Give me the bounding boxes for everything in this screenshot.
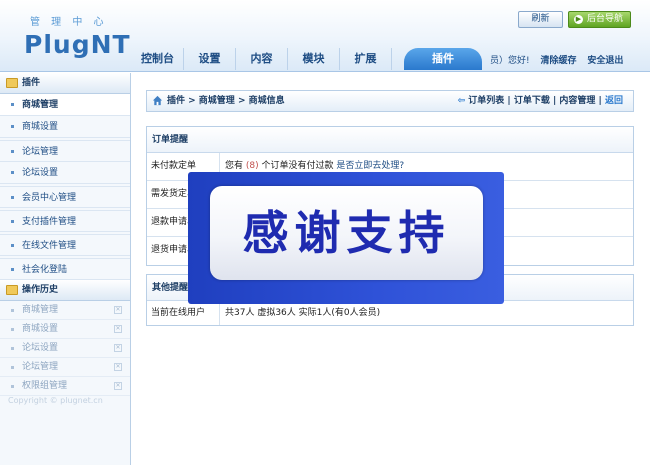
sidebar-item-payment-plugins[interactable]: 支付插件管理: [0, 210, 130, 232]
user-links: 员）您好! 清除缓存 安全退出: [490, 53, 631, 66]
row-label: 当前在线用户: [147, 301, 220, 325]
greeting: 员）您好!: [490, 56, 530, 66]
copyright: Copyright © plugnet.cn: [8, 396, 103, 405]
close-icon[interactable]: ✕: [114, 344, 122, 352]
tab-dashboard[interactable]: 控制台: [132, 48, 184, 70]
bullet-icon: [11, 328, 14, 331]
history-item[interactable]: 商城设置 ✕: [0, 320, 130, 339]
close-icon[interactable]: ✕: [114, 363, 122, 371]
sidebar: 插件 商城管理 商城设置 论坛管理 论坛设置 会员中心管理 支付插件管理 在线文…: [0, 73, 131, 465]
close-icon[interactable]: ✕: [114, 306, 122, 314]
sidebar-item-member-center[interactable]: 会员中心管理: [0, 186, 130, 208]
tab-content[interactable]: 内容: [236, 48, 288, 70]
breadcrumb-bar: 插件 > 商城管理 > 商城信息 ⇦ 订单列表 | 订单下载 | 内容管理 | …: [146, 90, 634, 112]
sidebar-item-forum-settings[interactable]: 论坛设置: [0, 162, 130, 184]
bullet-icon: [11, 309, 14, 312]
folder-icon: [6, 78, 18, 88]
refresh-button[interactable]: 刷新: [518, 11, 563, 28]
tab-extensions[interactable]: 扩展: [340, 48, 392, 70]
logout-link[interactable]: 安全退出: [587, 56, 623, 66]
content-manage-link[interactable]: 内容管理: [559, 96, 595, 106]
order-download-link[interactable]: 订单下载: [514, 96, 550, 106]
sidebar-item-online-files[interactable]: 在线文件管理: [0, 234, 130, 256]
table-row: 当前在线用户 共37人 虚拟36人 实际1人(有0人会员): [147, 301, 633, 325]
close-icon[interactable]: ✕: [114, 325, 122, 333]
arrow-right-icon: ▶: [574, 15, 583, 24]
main-tabs: 控制台 设置 内容 模块 扩展 插件: [132, 48, 482, 70]
bullet-icon: [11, 150, 14, 153]
sidebar-item-shop-manage[interactable]: 商城管理: [0, 94, 130, 116]
bullet-icon: [11, 244, 14, 247]
sidebar-item-social-login[interactable]: 社会化登陆: [0, 258, 130, 280]
clear-cache-link[interactable]: 清除缓存: [540, 56, 576, 66]
online-users-value: 共37人 虚拟36人 实际1人(有0人会员): [225, 308, 381, 318]
history-item[interactable]: 商城管理 ✕: [0, 301, 130, 320]
process-now-link[interactable]: 是否立即去处理?: [336, 161, 404, 171]
order-list-link[interactable]: 订单列表: [468, 96, 504, 106]
breadcrumb-links: ⇦ 订单列表 | 订单下载 | 内容管理 | 返回: [457, 96, 623, 106]
breadcrumb: 插件 > 商城管理 > 商城信息: [167, 96, 285, 106]
bullet-icon: [11, 268, 14, 271]
backend-nav-button[interactable]: ▶ 后台导航: [568, 11, 631, 28]
bullet-icon: [11, 103, 14, 106]
sidebar-item-shop-settings[interactable]: 商城设置: [0, 116, 130, 138]
overlay-banner-text: 感谢支持: [242, 206, 451, 260]
overlay-banner: 感谢支持: [210, 186, 483, 280]
bullet-icon: [11, 220, 14, 223]
bullet-icon: [11, 347, 14, 350]
bullet-icon: [11, 385, 14, 388]
tab-modules[interactable]: 模块: [288, 48, 340, 70]
logo: PlugNT: [24, 30, 131, 59]
unpaid-count: (8): [245, 161, 259, 171]
logo-subtitle: 管 理 中 心: [30, 17, 108, 28]
bullet-icon: [11, 196, 14, 199]
bullet-icon: [11, 125, 14, 128]
sidebar-item-forum-manage[interactable]: 论坛管理: [0, 140, 130, 162]
history-item[interactable]: 论坛设置 ✕: [0, 339, 130, 358]
sidebar-section-plugins: 插件: [0, 73, 130, 94]
arrow-left-icon: ⇦: [457, 96, 466, 106]
bullet-icon: [11, 171, 14, 174]
backend-nav-label: 后台导航: [587, 14, 624, 24]
close-icon[interactable]: ✕: [114, 382, 122, 390]
bullet-icon: [11, 366, 14, 369]
history-item[interactable]: 论坛管理 ✕: [0, 358, 130, 377]
tab-plugins[interactable]: 插件: [404, 48, 482, 70]
history-item[interactable]: 权限组管理 ✕: [0, 377, 130, 396]
home-icon[interactable]: [152, 95, 163, 106]
top-header: 管 理 中 心 PlugNT 刷新 ▶ 后台导航 控制台 设置 内容 模块 扩展…: [0, 0, 650, 72]
folder-icon: [6, 285, 18, 295]
sidebar-section-history: 操作历史: [0, 280, 130, 301]
back-link[interactable]: 返回: [605, 96, 623, 106]
tab-settings[interactable]: 设置: [184, 48, 236, 70]
orders-panel-title: 订单提醒: [147, 127, 633, 153]
